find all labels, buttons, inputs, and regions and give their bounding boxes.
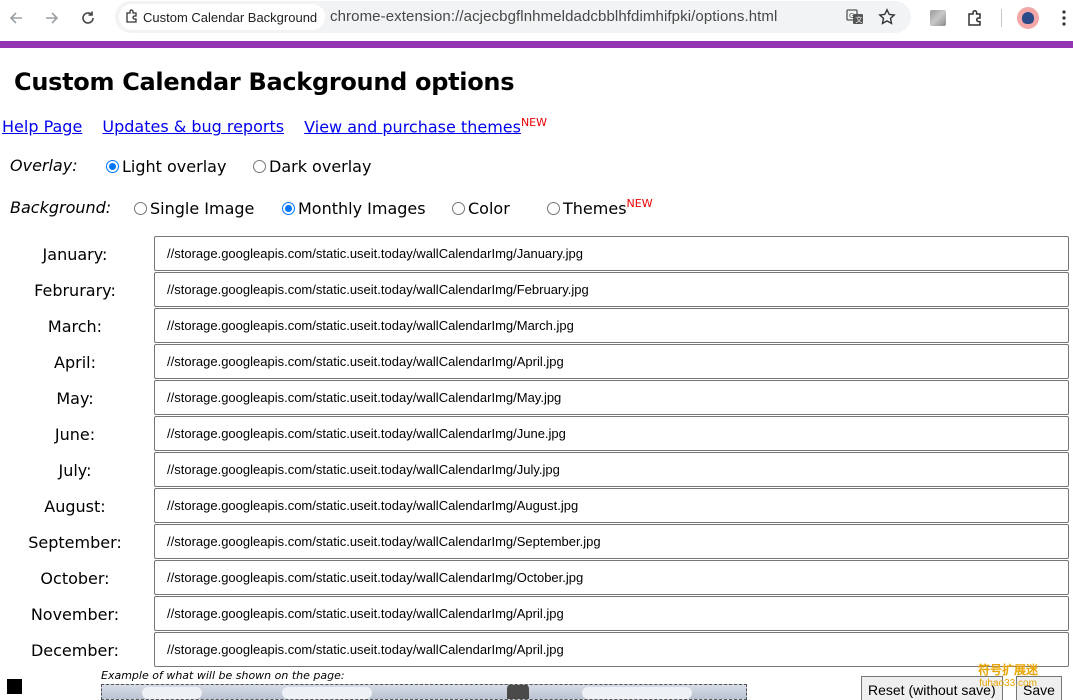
accent-strip <box>0 41 1073 48</box>
color-radio[interactable]: Color <box>452 199 510 218</box>
july-image-input[interactable] <box>154 452 1069 487</box>
month-label-february: Februrary: <box>34 281 116 300</box>
month-label-october: October: <box>40 569 110 588</box>
extension-thumbnail-icon[interactable] <box>926 6 950 30</box>
background-label: Background: <box>10 198 112 217</box>
new-tag: NEW <box>520 116 548 129</box>
svg-text:文: 文 <box>856 15 863 24</box>
month-label-march: March: <box>47 317 103 336</box>
radio-unchecked <box>452 202 465 215</box>
tower-shape <box>507 685 529 699</box>
site-chip[interactable]: Custom Calendar Background <box>119 4 326 30</box>
february-image-input[interactable] <box>154 272 1069 307</box>
november-image-input[interactable] <box>154 596 1069 631</box>
dark-overlay-radio[interactable]: Dark overlay <box>253 157 371 176</box>
example-preview-image <box>101 684 747 700</box>
translate-icon[interactable]: G文 <box>844 6 866 28</box>
themes-new-tag: NEW <box>626 197 653 210</box>
august-image-input[interactable] <box>154 488 1069 523</box>
light-overlay-label: Light overlay <box>122 157 227 176</box>
cloud-shape <box>582 687 692 699</box>
more-menu-icon[interactable] <box>1052 6 1073 30</box>
example-caption: Example of what will be shown on the pag… <box>101 669 345 682</box>
radio-checked <box>106 160 119 173</box>
may-image-input[interactable] <box>154 380 1069 415</box>
june-image-input[interactable] <box>154 416 1069 451</box>
links-row: Help Page Updates & bug reports View and… <box>2 116 547 136</box>
october-image-input[interactable] <box>154 560 1069 595</box>
tab-title: Custom Calendar Background <box>143 9 318 25</box>
updates-link[interactable]: Updates & bug reports <box>102 117 284 136</box>
month-label-june: June: <box>54 425 96 444</box>
address-bar[interactable]: Custom Calendar Background chrome-extens… <box>115 1 911 33</box>
month-label-april: April: <box>54 353 96 372</box>
watermark-logo: 符号扩展迷 fuhao33.com <box>978 664 1038 690</box>
radio-unchecked <box>253 160 266 173</box>
month-label-august: August: <box>44 497 106 516</box>
radio-checked <box>282 202 295 215</box>
radio-unchecked <box>547 202 560 215</box>
page-title: Custom Calendar Background options <box>14 68 515 96</box>
themes-label: Themes <box>563 199 627 218</box>
september-image-input[interactable] <box>154 524 1069 559</box>
march-image-input[interactable] <box>154 308 1069 343</box>
monthly-images-radio[interactable]: Monthly Images <box>282 199 426 218</box>
help-page-link[interactable]: Help Page <box>2 117 82 136</box>
month-label-january: January: <box>42 245 108 264</box>
dark-overlay-label: Dark overlay <box>269 157 372 176</box>
april-image-input[interactable] <box>154 344 1069 379</box>
reload-icon[interactable] <box>76 6 100 30</box>
browser-toolbar: Custom Calendar Background chrome-extens… <box>0 0 1073 37</box>
forward-arrow-icon[interactable] <box>40 6 64 30</box>
svg-text:G: G <box>849 12 854 20</box>
single-image-label: Single Image <box>150 199 255 218</box>
month-label-december: December: <box>30 641 120 660</box>
toolbar-divider <box>1001 9 1002 27</box>
cloud-shape <box>282 687 372 699</box>
url-text[interactable]: chrome-extension://acjecbgflnhmeldadcbbl… <box>330 8 777 25</box>
profile-avatar[interactable] <box>1016 6 1040 30</box>
cloud-shape <box>142 687 202 699</box>
monthly-images-label: Monthly Images <box>298 199 426 218</box>
month-label-september: September: <box>28 533 122 552</box>
back-arrow-icon[interactable] <box>4 6 28 30</box>
overlay-label: Overlay: <box>10 156 78 175</box>
month-label-july: July: <box>58 461 92 480</box>
month-label-november: November: <box>30 605 120 624</box>
single-image-radio[interactable]: Single Image <box>134 199 254 218</box>
themes-link-label: View and purchase themes <box>304 117 521 137</box>
color-swatch[interactable] <box>7 679 22 694</box>
radio-unchecked <box>134 202 147 215</box>
themes-radio[interactable]: Themes NEW <box>547 197 653 218</box>
watermark-line2: fuhao33.com <box>979 678 1037 689</box>
january-image-input[interactable] <box>154 236 1069 271</box>
extensions-icon[interactable] <box>963 6 987 30</box>
light-overlay-radio[interactable]: Light overlay <box>106 157 226 176</box>
month-label-may: May: <box>56 389 94 408</box>
watermark-line1: 符号扩展迷 <box>978 663 1039 677</box>
extension-puzzle-icon <box>125 8 139 26</box>
star-icon[interactable] <box>876 6 898 28</box>
themes-link[interactable]: View and purchase themes <box>304 117 521 136</box>
december-image-input[interactable] <box>154 632 1069 667</box>
color-label: Color <box>468 199 510 218</box>
